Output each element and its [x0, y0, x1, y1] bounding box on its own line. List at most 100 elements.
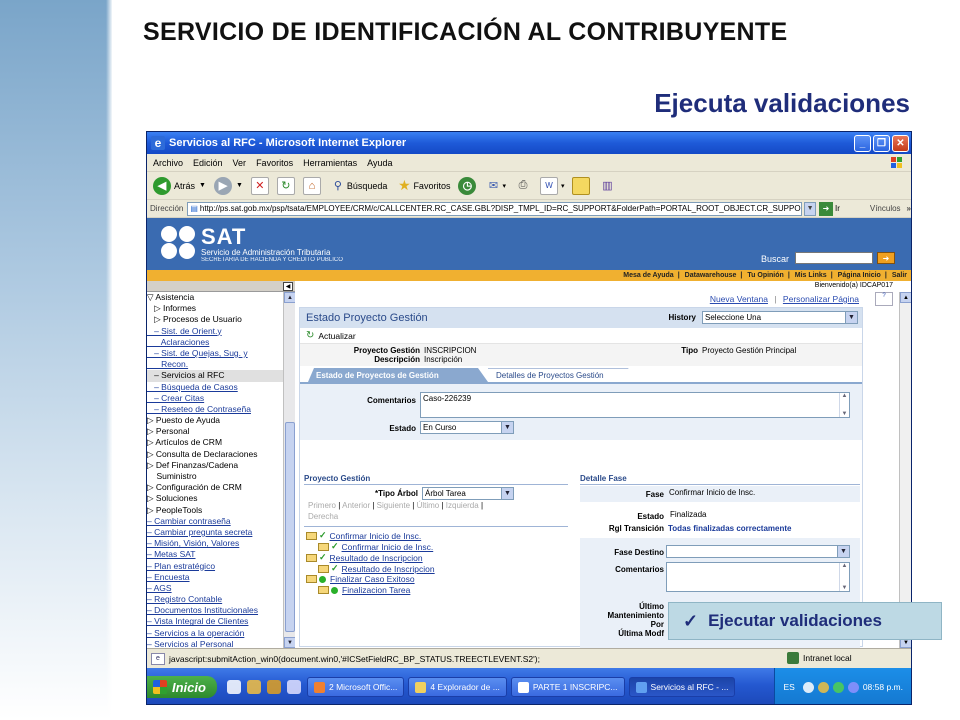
sidebar-item[interactable]: ▷ Puesto de Ayuda — [147, 415, 283, 426]
menu-herramientas[interactable]: Herramientas — [303, 158, 357, 168]
tree-nav-first[interactable]: Primero — [308, 501, 336, 510]
refresh-button[interactable]: Actualizar — [318, 331, 355, 341]
menu-archivo[interactable]: Archivo — [153, 158, 183, 168]
sidebar-item[interactable]: Suministro — [147, 471, 283, 482]
nav-pagina-inicio[interactable]: Página Inicio — [838, 272, 881, 279]
sidebar-item[interactable]: – Misión, Visión, Valores — [147, 538, 283, 549]
window-titlebar[interactable]: e Servicios al RFC - Microsoft Internet … — [147, 132, 911, 154]
tree-node-link[interactable]: Resultado de Inscripcion — [342, 564, 435, 574]
quicklaunch-icon-4[interactable] — [287, 680, 301, 694]
tray-icon-2[interactable] — [817, 681, 829, 693]
sidebar-item[interactable]: ▷ Artículos de CRM — [147, 437, 283, 448]
task-word-doc[interactable]: PARTE 1 INSCRIPC... — [510, 677, 625, 697]
address-dropdown-icon[interactable]: ▼ — [804, 201, 817, 216]
new-window-link[interactable]: Nueva Ventana — [710, 294, 768, 304]
back-dropdown-icon[interactable]: ▼ — [199, 182, 206, 189]
tray-icon-3[interactable] — [832, 681, 844, 693]
sidebar-item[interactable]: Recon. — [147, 359, 283, 370]
sidebar-item[interactable]: – Vista Integral de Clientes — [147, 616, 283, 627]
sidebar-item[interactable]: ▷ Soluciones — [147, 493, 283, 504]
sidebar-item[interactable]: – Reseteo de Contraseña — [147, 404, 283, 415]
sidebar-item[interactable]: ▷ Consulta de Declaraciones — [147, 449, 283, 460]
address-input[interactable]: ▤ http://ps.sat.gob.mx/psp/tsata/EMPLOYE… — [187, 201, 803, 216]
tree-nav-left[interactable]: Izquierda — [446, 501, 479, 510]
menu-ayuda[interactable]: Ayuda — [367, 158, 392, 168]
help-icon[interactable]: ? — [875, 292, 893, 306]
print-button[interactable]: ⎙ — [514, 177, 532, 195]
sidebar-item[interactable]: – Sist. de Orient.y — [147, 326, 283, 337]
sidebar-scrollbar[interactable]: ▲ ▼ — [283, 292, 296, 648]
nav-mis-links[interactable]: Mis Links — [795, 272, 827, 279]
tree-node-link[interactable]: Finalizacion Tarea — [342, 585, 410, 595]
stop-button[interactable]: ✕ — [250, 176, 269, 195]
sat-search-input[interactable] — [795, 252, 873, 264]
sidebar-item[interactable]: – Cambiar contraseña — [147, 516, 283, 527]
forward-button[interactable]: ▶ ▼ — [213, 176, 243, 195]
tree-node-link[interactable]: Resultado de Inscripcion — [330, 553, 423, 563]
sidebar-item[interactable]: ▷ PeopleTools — [147, 505, 283, 516]
minimize-button[interactable]: _ — [854, 134, 871, 152]
tray-icon-4[interactable] — [847, 681, 859, 693]
sidebar-item[interactable]: – Búsqueda de Casos — [147, 382, 283, 393]
sidebar-item[interactable]: – Cambiar pregunta secreta — [147, 527, 283, 538]
search-button[interactable]: ⚲ Búsqueda — [329, 177, 388, 195]
sidebar-item[interactable]: – AGS — [147, 583, 283, 594]
language-indicator[interactable]: ES — [783, 682, 794, 692]
sidebar-item[interactable]: ▷ Procesos de Usuario — [147, 314, 283, 325]
favorites-button[interactable]: ★ Favoritos — [395, 177, 450, 195]
sidebar-item[interactable]: ▷ Configuración de CRM — [147, 482, 283, 493]
sidebar-item[interactable]: – Crear Citas — [147, 393, 283, 404]
nav-salir[interactable]: Salir — [892, 272, 907, 279]
refresh-icon[interactable]: ↻ — [306, 330, 314, 341]
personalize-link[interactable]: Personalizar Página — [783, 294, 859, 304]
sidebar-item[interactable]: – Servicios a la operación — [147, 628, 283, 639]
dest-phase-select[interactable]: ▼ — [666, 545, 850, 558]
sidebar-scroll-thumb[interactable] — [285, 422, 295, 632]
go-label[interactable]: Ir — [835, 204, 840, 213]
sidebar-item[interactable]: ▽ Asistencia — [147, 292, 283, 303]
home-button[interactable]: ⌂ — [302, 176, 321, 195]
tree-nav-right[interactable]: Derecha — [308, 512, 338, 521]
sidebar-item[interactable]: – Metas SAT — [147, 549, 283, 560]
sidebar-item[interactable]: ▷ Def Finanzas/Cadena — [147, 460, 283, 471]
task-explorer[interactable]: 4 Explorador de ... — [408, 677, 507, 697]
menu-ver[interactable]: Ver — [233, 158, 247, 168]
tab-estado-proyectos[interactable]: Estado de Proyectos de Gestión — [308, 368, 488, 382]
tree-node-link[interactable]: Confirmar Inicio de Insc. — [342, 542, 434, 552]
detail-comments-textarea[interactable]: ▲ ▼ — [666, 562, 850, 592]
sidebar-item[interactable]: – Servicios al RFC — [147, 370, 283, 382]
forward-dropdown-icon[interactable]: ▼ — [236, 182, 243, 189]
menu-favoritos[interactable]: Favoritos — [256, 158, 293, 168]
tab-detalles-proyectos[interactable]: Detalles de Proyectos Gestión — [488, 368, 638, 382]
textarea-scrollbar[interactable]: ▲ ▼ — [839, 393, 849, 417]
menu-edicion[interactable]: Edición — [193, 158, 223, 168]
sat-search-button[interactable]: ➜ — [877, 252, 895, 264]
sidebar-item[interactable]: – Registro Contable — [147, 594, 283, 605]
nav-tu-opinion[interactable]: Tu Opinión — [747, 272, 783, 279]
sidebar-item[interactable]: – Encuesta — [147, 572, 283, 583]
main-scrollbar[interactable]: ▲ ▼ — [899, 292, 911, 648]
close-button[interactable]: ✕ — [892, 134, 909, 152]
sidebar-item[interactable]: – Servicios al Personal — [147, 639, 283, 648]
status-select[interactable]: En Curso ▼ — [420, 421, 514, 434]
textarea-scrollbar[interactable]: ▲ ▼ — [839, 563, 849, 591]
history-select[interactable]: Seleccione Una ▼ — [702, 311, 858, 324]
sidebar-item[interactable]: Aclaraciones — [147, 337, 283, 348]
edit-button[interactable]: W ▾ — [539, 176, 564, 195]
collapse-sidebar-icon[interactable]: ◀ — [283, 282, 293, 291]
task-ie-window[interactable]: Servicios al RFC - ... — [628, 677, 736, 697]
discuss-button[interactable] — [572, 176, 591, 195]
nav-datawarehouse[interactable]: Datawarehouse — [685, 272, 737, 279]
comments-textarea[interactable]: Caso-226239 ▲ ▼ — [420, 392, 850, 418]
tree-nav-last[interactable]: Último — [417, 501, 440, 510]
mail-button[interactable]: ✉ ▾ — [484, 177, 506, 195]
tray-icon-1[interactable] — [802, 681, 814, 693]
links-chevron-icon[interactable]: » — [907, 204, 911, 213]
maximize-button[interactable]: ❐ — [873, 134, 890, 152]
tree-nav-next[interactable]: Siguiente — [377, 501, 410, 510]
tree-node-link[interactable]: Finalizar Caso Exitoso — [330, 574, 415, 584]
back-button[interactable]: ◀ Atrás ▼ — [153, 176, 206, 195]
sidebar-item[interactable]: – Sist. de Quejas, Sug. y — [147, 348, 283, 359]
start-button[interactable]: Inicio — [147, 676, 217, 698]
task-office[interactable]: 2 Microsoft Offic... — [307, 677, 405, 697]
